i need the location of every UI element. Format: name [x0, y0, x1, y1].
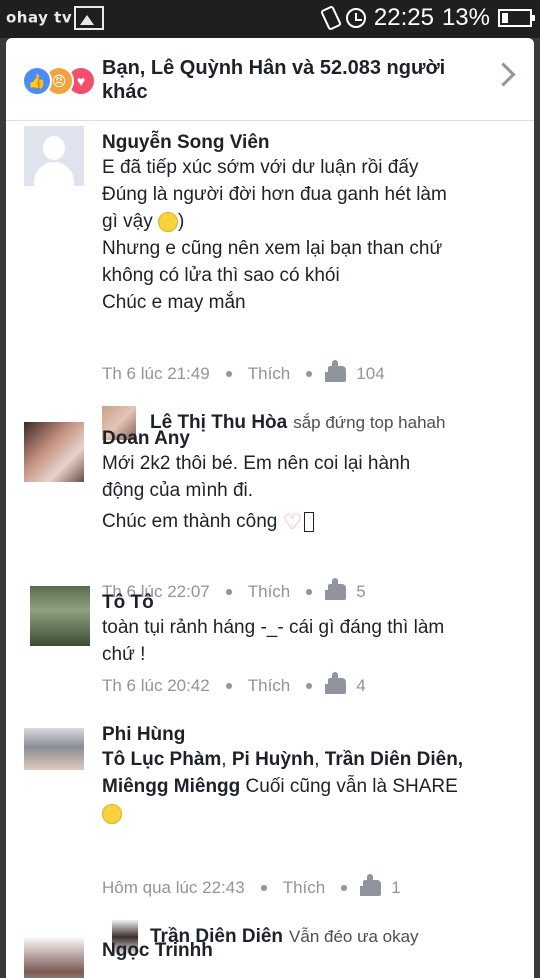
comments-sheet: 👍 😠 ♥ Bạn, Lê Quỳnh Hân và 52.083 người …: [6, 38, 534, 978]
status-right: 22:25 13%: [319, 4, 535, 32]
avatar[interactable]: [24, 126, 84, 186]
reaction-icons: 👍 😠 ♥: [22, 66, 98, 96]
comment-line: động của mình đi.: [102, 480, 254, 501]
smiley-emoji-icon: [157, 211, 178, 232]
separator-dot: [225, 683, 232, 689]
comment-line: không có lửa thì sao có khói: [102, 265, 340, 286]
reply-text: Vẫn đéo ưa okay: [289, 927, 419, 946]
comment-body: toàn tụi rảnh háng -_- cái gì đáng thì l…: [102, 614, 444, 668]
comment-line: gì vậy: [102, 211, 153, 232]
comment-body: Tô Lục Phàm, Pi Huỳnh, Trần Diên Diên, M…: [102, 746, 463, 827]
battery-percent: 13%: [441, 4, 490, 31]
like-count[interactable]: 4: [356, 676, 365, 696]
separator-dot: [306, 371, 313, 377]
comment-line: Cuối cũng vẫn là SHARE: [245, 776, 458, 797]
like-count[interactable]: 5: [356, 582, 365, 602]
clock: 22:25: [373, 4, 434, 31]
missing-glyph-icon: [304, 511, 315, 532]
comment-line: Nhưng e cũng nên xem lại bạn than chứ: [102, 238, 443, 259]
watermark-text: ohay tv: [6, 8, 73, 27]
avatar[interactable]: [24, 936, 84, 978]
comment-line: Mới 2k2 thôi bé. Em nên coi lại hành: [102, 453, 411, 474]
comment-line: Đúng là người đời hơn đua ganh hét làm: [102, 184, 447, 205]
comment-line: Chúc em thành công: [102, 511, 278, 532]
thumbs-up-icon: [360, 874, 382, 896]
like-button[interactable]: Thích: [248, 364, 291, 384]
like-count[interactable]: 104: [356, 364, 384, 384]
comment-time: Hôm qua lúc 22:43: [102, 878, 245, 897]
battery-icon: [498, 9, 535, 27]
thumbs-up-icon: [325, 578, 347, 600]
avatar[interactable]: [24, 422, 84, 482]
tagged-user[interactable]: Pi Huỳnh: [232, 749, 314, 770]
comment-time: Th 6 lúc 20:42: [102, 676, 210, 695]
like-button[interactable]: Thích: [248, 676, 291, 696]
separator-dot: [225, 589, 232, 595]
comment-author[interactable]: Ngọc Trinhh: [102, 940, 213, 962]
reactions-summary[interactable]: 👍 😠 ♥ Bạn, Lê Quỳnh Hân và 52.083 người …: [6, 38, 534, 121]
alarm-icon: [345, 8, 366, 28]
comment-line: chứ !: [102, 644, 146, 665]
avatar[interactable]: [24, 728, 84, 770]
watermark-logo: ohay tv: [6, 6, 105, 30]
reply-text: sắp đứng top hahah: [293, 413, 446, 432]
tagged-user[interactable]: Trần Diên Diên,: [325, 749, 463, 770]
like-button[interactable]: Thích: [283, 878, 326, 898]
comment-body: Mới 2k2 thôi bé. Em nên coi lại hành độn…: [102, 450, 410, 535]
separator-dot: [306, 683, 313, 689]
comment-meta: Hôm qua lúc 22:43 Thích 1: [102, 874, 401, 898]
like-count[interactable]: 1: [391, 878, 400, 898]
comment-line: toàn tụi rảnh háng -_- cái gì đáng thì l…: [102, 617, 445, 638]
comment-author[interactable]: Doan Any: [102, 428, 190, 450]
comment-line: Chúc e may mắn: [102, 292, 246, 313]
tagged-user[interactable]: Tô Lục Phàm: [102, 749, 221, 770]
comment-meta: Th 6 lúc 21:49 Thích 104: [102, 360, 385, 384]
comment-author[interactable]: Nguyễn Song Viên: [102, 132, 270, 154]
vibrate-icon: [319, 5, 342, 31]
heart-emoji-icon: ♡: [282, 509, 303, 535]
separator-dot: [306, 589, 313, 595]
avatar[interactable]: [30, 586, 90, 646]
comment-meta: Th 6 lúc 20:42 Thích 4: [102, 672, 366, 696]
separator-dot: [260, 885, 267, 891]
reactions-text: Bạn, Lê Quỳnh Hân và 52.083 người khác: [102, 57, 446, 103]
separator-dot: [225, 371, 232, 377]
separator-dot: [341, 885, 348, 891]
comment-line: E đã tiếp xúc sớm với dư luận rồi đấy: [102, 157, 419, 178]
like-button[interactable]: Thích: [248, 582, 291, 602]
status-bar: ohay tv 22:25 13%: [0, 0, 540, 38]
tv-icon: [74, 6, 105, 30]
thumbs-up-icon: [325, 672, 347, 694]
like-reaction-icon: 👍: [22, 66, 52, 96]
chevron-right-icon[interactable]: [491, 62, 516, 87]
comment-author[interactable]: Tô Tô: [102, 592, 154, 614]
comment-time: Th 6 lúc 21:49: [102, 364, 210, 383]
smiley-emoji-icon: [102, 803, 122, 824]
comment-line: ): [177, 211, 185, 232]
comment-author[interactable]: Phi Hùng: [102, 724, 185, 746]
comment-body: E đã tiếp xúc sớm với dư luận rồi đấy Đú…: [102, 154, 447, 316]
tagged-user[interactable]: Miêngg Miêngg: [102, 776, 240, 797]
thumbs-up-icon: [325, 360, 347, 382]
